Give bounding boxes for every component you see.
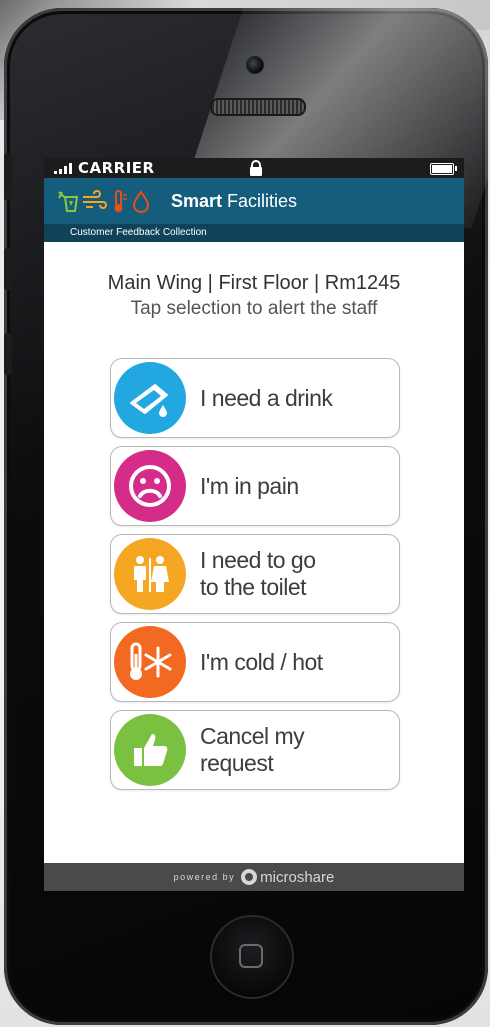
app-title-regular: Facilities xyxy=(222,190,298,211)
instruction-text: Tap selection to alert the staff xyxy=(130,298,378,319)
powered-by-footer: powered by microshare xyxy=(44,863,464,891)
volume-up-button xyxy=(4,248,12,290)
water-drop-icon xyxy=(132,190,150,213)
earpiece-speaker xyxy=(210,98,306,116)
drink-glass-icon xyxy=(114,362,186,434)
app-subtitle: Customer Feedback Collection xyxy=(44,224,464,242)
option-label: I need to go to the toilet xyxy=(200,547,316,600)
signal-icon xyxy=(54,162,72,174)
cancel-request-button[interactable]: Cancel my request xyxy=(110,710,400,790)
option-label: Cancel my request xyxy=(200,723,305,776)
recycle-bin-icon xyxy=(58,191,79,212)
app-title-bold: Smart xyxy=(171,190,223,211)
home-square-icon xyxy=(239,944,263,968)
carrier-label: CARRIER xyxy=(78,159,155,177)
status-bar: CARRIER xyxy=(44,158,464,178)
option-label: I'm cold / hot xyxy=(200,648,323,675)
sad-face-icon xyxy=(114,450,186,522)
mute-switch xyxy=(4,153,12,201)
request-options: I need a drink I'm in pain I need to go … xyxy=(110,358,400,798)
app-logo-icons xyxy=(56,189,151,213)
lock-icon xyxy=(250,160,262,176)
home-button[interactable] xyxy=(210,915,294,999)
volume-down-button xyxy=(4,333,12,375)
front-camera xyxy=(246,56,264,74)
drink-request-button[interactable]: I need a drink xyxy=(110,358,400,438)
thermometer-snowflake-icon xyxy=(114,626,186,698)
screen: CARRIER Smart Facilities Customer Feedba… xyxy=(44,158,464,891)
brand-label: microshare xyxy=(260,868,335,886)
option-label: I'm in pain xyxy=(200,472,299,499)
toilet-icon xyxy=(114,538,186,610)
app-header: Smart Facilities xyxy=(44,178,464,224)
phone-frame: CARRIER Smart Facilities Customer Feedba… xyxy=(4,8,488,1025)
option-label: I need a drink xyxy=(200,384,333,411)
wind-icon xyxy=(83,190,107,209)
thermometer-icon xyxy=(114,190,127,212)
location-label: Main Wing | First Floor | Rm1245 xyxy=(107,272,401,294)
toilet-request-button[interactable]: I need to go to the toilet xyxy=(110,534,400,614)
app-title: Smart Facilities xyxy=(171,191,297,212)
microshare-logo-icon xyxy=(241,869,258,885)
temperature-request-button[interactable]: I'm cold / hot xyxy=(110,622,400,702)
battery-icon xyxy=(430,163,457,175)
powered-by-label: powered by xyxy=(173,872,236,882)
pain-request-button[interactable]: I'm in pain xyxy=(110,446,400,526)
thumbs-up-icon xyxy=(114,714,186,786)
